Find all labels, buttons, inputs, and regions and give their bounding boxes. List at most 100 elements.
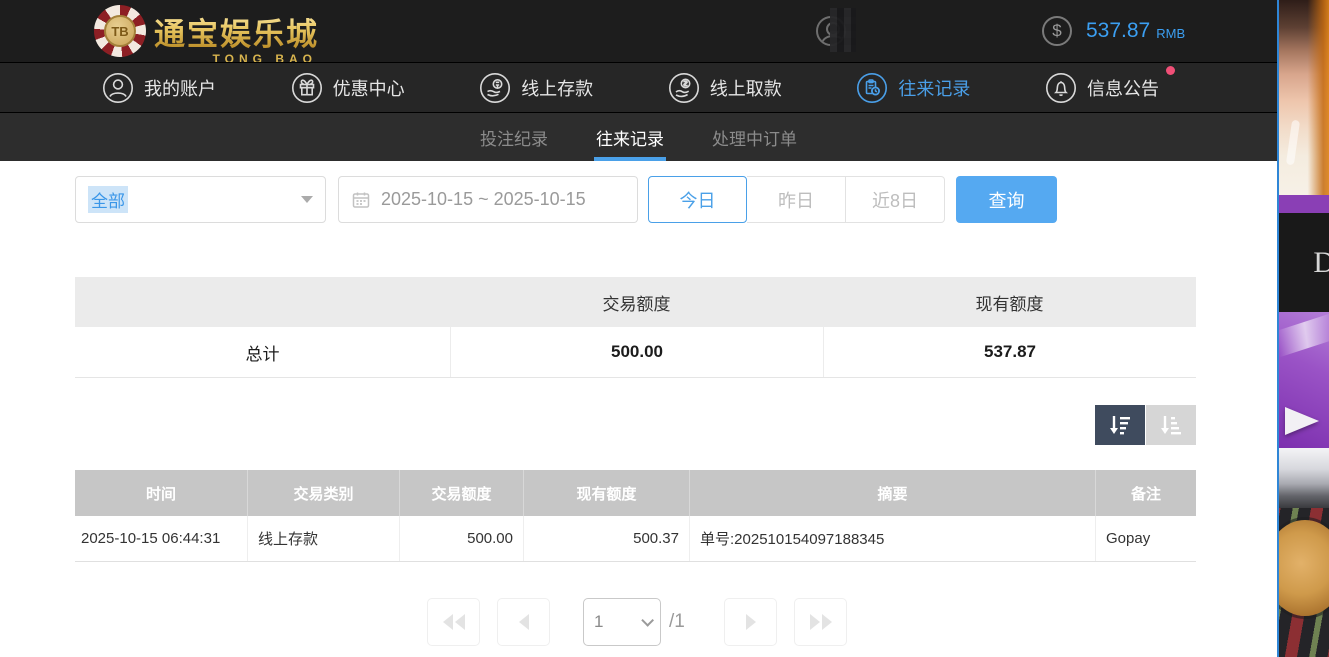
search-button[interactable]: 查询 (956, 176, 1057, 223)
nav-label: 优惠中心 (333, 75, 405, 101)
main-nav: 我的账户 优惠中心 线上存款 线上取款 (0, 62, 1277, 113)
col-type: 交易类别 (248, 470, 400, 516)
tab-label: 处理中订单 (712, 125, 797, 150)
tab-bet-records[interactable]: 投注纪录 (478, 113, 550, 161)
table-row: 2025-10-15 06:44:31 线上存款 500.00 500.37 单… (75, 516, 1196, 562)
sort-asc-icon (1158, 412, 1184, 438)
tab-label: 投注纪录 (480, 125, 548, 150)
poker-chip-logo-icon: TB (94, 5, 146, 57)
quick-date-group: 今日 昨日 近8日 (648, 176, 945, 223)
last-page-button[interactable] (794, 598, 847, 646)
col-amount: 交易额度 (400, 470, 524, 516)
summary-total-row: 总计 500.00 537.87 (75, 327, 1196, 378)
balance-amount: 537.87 (1086, 19, 1150, 43)
promo-roulette-image (1279, 448, 1329, 657)
col-summary: 摘要 (690, 470, 1096, 516)
bell-icon (1045, 72, 1077, 104)
notification-dot (1166, 66, 1175, 75)
left-arrow-icon (519, 614, 529, 630)
gift-icon (291, 72, 323, 104)
page-select[interactable]: 1 (583, 598, 661, 646)
cell-type: 线上存款 (248, 516, 400, 561)
nav-label: 往来记录 (898, 75, 970, 101)
roulette-rim (1279, 448, 1329, 508)
records-icon (856, 72, 888, 104)
nav-item-online-deposit[interactable]: 线上存款 (479, 72, 593, 104)
withdraw-icon (668, 72, 700, 104)
balance-currency: RMB (1156, 21, 1185, 41)
user-info-area: $ 537.87 RMB (816, 0, 1185, 62)
summary-total-label: 总计 (75, 327, 450, 377)
nav-label: 信息公告 (1087, 75, 1159, 101)
summary-header-empty (75, 277, 450, 327)
deposit-icon (479, 72, 511, 104)
site-title: 通宝娱乐城 (154, 9, 319, 54)
summary-header-current: 现有额度 (823, 277, 1196, 327)
right-arrow-icon (746, 614, 756, 630)
username-redacted[interactable] (860, 20, 996, 42)
nav-item-announcements[interactable]: 信息公告 (1045, 72, 1159, 104)
logo-text: 通宝娱乐城 TONG BAO (154, 9, 319, 54)
double-left-arrow-icon (455, 614, 465, 630)
selected-type: 全部 (88, 186, 128, 213)
tab-processing-orders[interactable]: 处理中订单 (710, 113, 799, 161)
summary-current-amount: 537.87 (823, 327, 1196, 377)
first-page-button[interactable] (427, 598, 480, 646)
nav-label: 线上存款 (521, 75, 593, 101)
summary-header-row: 交易额度 现有额度 (75, 277, 1196, 327)
roulette-wood-center (1277, 520, 1329, 616)
calendar-icon (351, 190, 371, 210)
chip-tb-monogram: TB (104, 15, 136, 47)
page-select-value: 1 (594, 612, 603, 632)
balance-coin-icon: $ (1042, 16, 1072, 46)
chevron-down-icon (641, 614, 654, 627)
promo-brand-letter: D (1313, 246, 1329, 280)
summary-header-transaction: 交易额度 (450, 277, 823, 327)
next-page-button[interactable] (724, 598, 777, 646)
chevron-down-icon (301, 196, 313, 203)
site-logo[interactable]: TB 通宝娱乐城 TONG BAO (94, 3, 319, 59)
date-range-value: 2025-10-15 ~ 2025-10-15 (381, 189, 586, 210)
sort-descending-button[interactable] (1095, 405, 1145, 445)
nav-item-my-account[interactable]: 我的账户 (102, 72, 216, 104)
nav-item-promotions[interactable]: 优惠中心 (291, 72, 405, 104)
promo-side-banner[interactable]: D (1277, 0, 1329, 657)
cell-summary: 单号:202510154097188345 (690, 516, 1096, 561)
tab-label: 往来记录 (596, 125, 664, 150)
subtab-bar: 投注纪录 往来记录 处理中订单 (0, 113, 1277, 161)
total-pages-label: /1 (669, 611, 696, 633)
promo-purple-band (1279, 195, 1329, 213)
sort-ascending-button[interactable] (1146, 405, 1196, 445)
top-header: TB 通宝娱乐城 TONG BAO $ 537.87 RMB (0, 0, 1277, 62)
cell-balance: 500.37 (524, 516, 690, 561)
col-time: 时间 (75, 470, 248, 516)
col-note: 备注 (1096, 470, 1196, 516)
col-balance: 现有额度 (524, 470, 690, 516)
pagination: 1 /1 (427, 598, 847, 646)
tab-transaction-records[interactable]: 往来记录 (594, 113, 666, 161)
today-button[interactable]: 今日 (648, 176, 747, 223)
records-header-row: 时间 交易类别 交易额度 现有额度 摘要 备注 (75, 470, 1196, 516)
transaction-type-select[interactable]: 全部 (75, 176, 326, 223)
previous-page-button[interactable] (497, 598, 550, 646)
date-range-input[interactable]: 2025-10-15 ~ 2025-10-15 (338, 176, 638, 223)
promo-dark-banner: D (1279, 213, 1329, 312)
yesterday-button[interactable]: 昨日 (747, 176, 846, 223)
summary-transaction-amount: 500.00 (450, 327, 823, 377)
transaction-records-page: TB 通宝娱乐城 TONG BAO $ 537.87 RMB 我的账户 (0, 0, 1329, 657)
nav-item-transaction-records[interactable]: 往来记录 (856, 72, 970, 104)
cell-time: 2025-10-15 06:44:31 (75, 516, 248, 561)
double-right-arrow-icon (810, 614, 820, 630)
promo-model-image (1279, 0, 1329, 195)
last8days-button[interactable]: 近8日 (846, 176, 945, 223)
summary-table: 交易额度 现有额度 总计 500.00 537.87 (75, 277, 1196, 378)
user-icon (102, 72, 134, 104)
nav-label: 线上取款 (710, 75, 782, 101)
records-table: 时间 交易类别 交易额度 现有额度 摘要 备注 2025-10-15 06:44… (75, 470, 1196, 562)
avatar-blur-overlay (830, 8, 856, 52)
double-left-arrow-icon (443, 614, 453, 630)
sort-controls (1095, 405, 1196, 445)
promo-purple-banner (1279, 312, 1329, 448)
double-right-arrow-icon (822, 614, 832, 630)
nav-item-online-withdrawal[interactable]: 线上取款 (668, 72, 782, 104)
